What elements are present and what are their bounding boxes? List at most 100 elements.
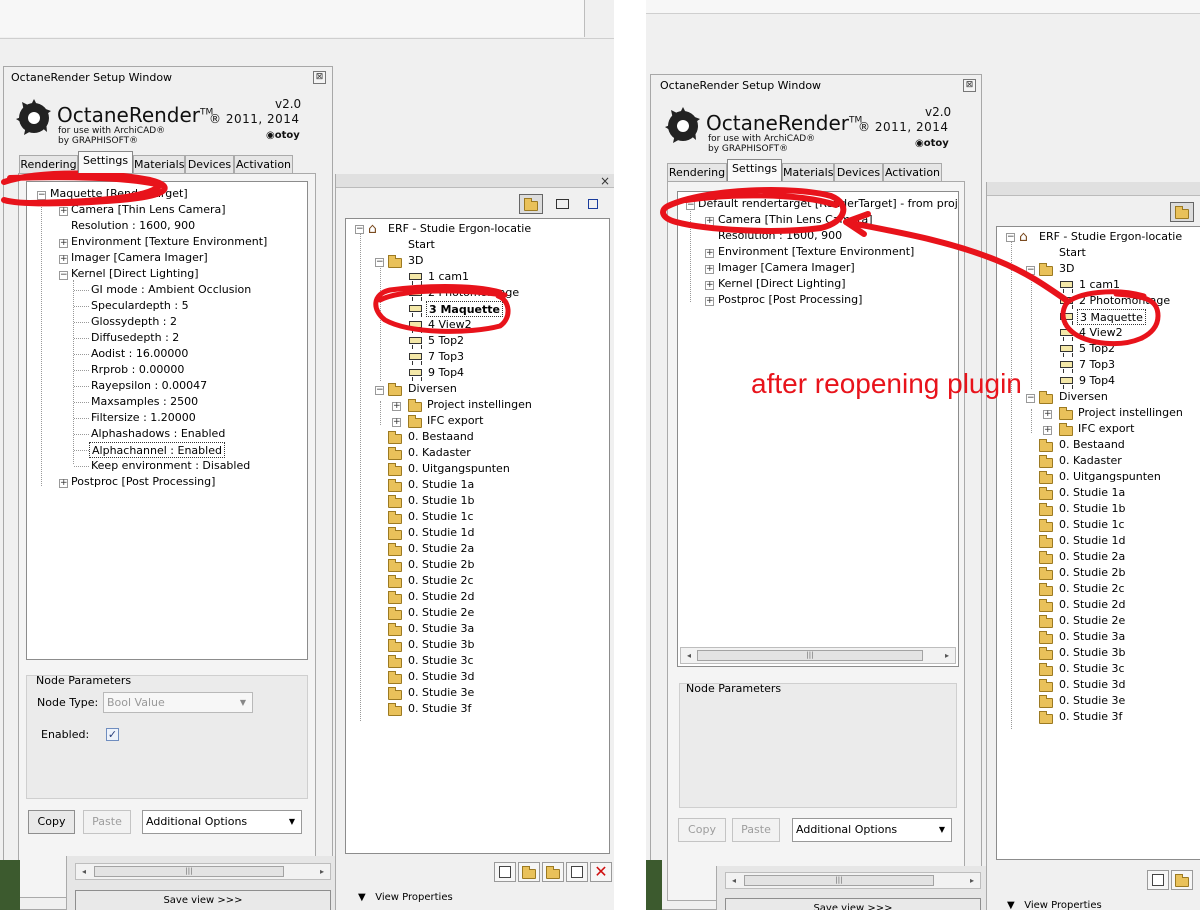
collapse-icon[interactable]: − bbox=[375, 258, 384, 267]
tab-activation[interactable]: Activation bbox=[234, 155, 293, 174]
settings-tree[interactable]: − Default rendertarget [RenderTarget] - … bbox=[677, 191, 959, 667]
save-view-button[interactable]: Save view >>> bbox=[725, 898, 981, 910]
scroll-left-icon[interactable]: ◂ bbox=[76, 864, 92, 879]
new-folder-button[interactable] bbox=[518, 862, 540, 882]
tab-settings[interactable]: Settings bbox=[727, 159, 782, 181]
navigator-tree[interactable]: − ⌂ ERF - Studie Ergon-locatie Start − 3… bbox=[996, 226, 1200, 860]
view-item[interactable]: 7 Top3 bbox=[1079, 357, 1115, 373]
tree-root-item[interactable]: Maquette [RenderTarget] bbox=[50, 186, 188, 202]
kernel-param[interactable]: Keep environment : Disabled bbox=[91, 458, 250, 474]
navigator-folder[interactable]: 0. Studie 1d bbox=[408, 525, 475, 541]
navigator-folder[interactable]: 0. Studie 2d bbox=[408, 589, 475, 605]
view-item-selected[interactable]: 3 Maquette bbox=[426, 301, 503, 317]
navigator-start[interactable]: Start bbox=[408, 237, 435, 253]
kernel-param[interactable]: Maxsamples : 2500 bbox=[91, 394, 198, 410]
navigator-folder[interactable]: 0. Studie 2a bbox=[1059, 549, 1125, 565]
navigator-folder[interactable]: 0. Studie 1b bbox=[408, 493, 475, 509]
navigator-folder[interactable]: 0. Studie 1d bbox=[1059, 533, 1126, 549]
view-item[interactable]: 1 cam1 bbox=[1079, 277, 1120, 293]
tree-item-kernel[interactable]: Kernel [Direct Lighting] bbox=[718, 276, 846, 292]
kernel-param[interactable]: Glossydepth : 2 bbox=[91, 314, 177, 330]
navigator-start[interactable]: Start bbox=[1059, 245, 1086, 261]
navigator-folder[interactable]: 0. Studie 2b bbox=[1059, 565, 1126, 581]
view-item[interactable]: 2 Photomontage bbox=[1079, 293, 1170, 309]
expand-icon[interactable]: + bbox=[59, 239, 68, 248]
navigator-folder-diversen[interactable]: Diversen bbox=[1059, 389, 1108, 405]
navigator-folder[interactable]: 0. Studie 1a bbox=[1059, 485, 1125, 501]
scroll-thumb[interactable]: ||| bbox=[697, 650, 923, 661]
navigator-tree[interactable]: − ⌂ ERF - Studie Ergon-locatie Start − 3… bbox=[345, 218, 610, 854]
tree-item-postproc[interactable]: Postproc [Post Processing] bbox=[71, 474, 215, 490]
navigator-folder[interactable]: 0. Uitgangspunten bbox=[408, 461, 510, 477]
view-item[interactable]: 2 Photomontage bbox=[428, 285, 519, 301]
navigator-subfolder[interactable]: Project instellingen bbox=[427, 397, 532, 413]
tab-settings[interactable]: Settings bbox=[78, 151, 133, 173]
expand-icon[interactable]: + bbox=[59, 255, 68, 264]
view-item[interactable]: 9 Top4 bbox=[428, 365, 464, 381]
expand-icon[interactable]: + bbox=[1043, 426, 1052, 435]
enabled-checkbox[interactable]: ✓ bbox=[106, 728, 119, 741]
navigator-folder[interactable]: 0. Studie 2e bbox=[408, 605, 474, 621]
tree-item-camera[interactable]: Camera [Thin Lens Camera] bbox=[718, 212, 873, 228]
view-properties-toggle[interactable]: ▼ View Properties bbox=[1007, 900, 1102, 910]
horizontal-scrollbar[interactable]: ◂ ||| ▸ bbox=[680, 647, 956, 664]
expand-icon[interactable]: + bbox=[392, 418, 401, 427]
navigator-folder[interactable]: 0. Studie 3b bbox=[408, 637, 475, 653]
scroll-right-icon[interactable]: ▸ bbox=[314, 864, 330, 879]
tree-item-camera[interactable]: Camera [Thin Lens Camera] bbox=[71, 202, 226, 218]
navigator-folder[interactable]: 0. Kadaster bbox=[408, 445, 471, 461]
kernel-param-selected[interactable]: Alphachannel : Enabled bbox=[89, 442, 225, 458]
new-folder-button[interactable] bbox=[1171, 870, 1193, 890]
additional-options-select[interactable]: Additional Options ▼ bbox=[792, 818, 952, 842]
navigator-folder[interactable]: 0. Studie 2d bbox=[1059, 597, 1126, 613]
view-item[interactable]: 5 Top2 bbox=[1079, 341, 1115, 357]
delete-button[interactable]: ✕ bbox=[590, 862, 612, 882]
view-item[interactable]: 4 View2 bbox=[1079, 325, 1123, 341]
horizontal-scrollbar[interactable]: ◂ ||| ▸ bbox=[725, 872, 981, 889]
folder-view-button[interactable] bbox=[519, 194, 543, 214]
navigator-project[interactable]: ERF - Studie Ergon-locatie bbox=[1039, 229, 1182, 245]
navigator-folder[interactable]: 0. Bestaand bbox=[408, 429, 474, 445]
navigator-folder[interactable]: 0. Studie 3f bbox=[1059, 709, 1122, 725]
navigator-folder[interactable]: 0. Studie 2b bbox=[408, 557, 475, 573]
navigator-folder[interactable]: 0. Studie 3a bbox=[408, 621, 474, 637]
view-properties-toggle[interactable]: ▼ View Properties bbox=[358, 892, 453, 903]
kernel-param[interactable]: Speculardepth : 5 bbox=[91, 298, 189, 314]
navigator-folder[interactable]: 0. Uitgangspunten bbox=[1059, 469, 1161, 485]
clone-button[interactable] bbox=[566, 862, 588, 882]
view-item-selected[interactable]: 3 Maquette bbox=[1077, 309, 1146, 325]
view-item[interactable]: 7 Top3 bbox=[428, 349, 464, 365]
additional-options-select[interactable]: Additional Options ▼ bbox=[142, 810, 302, 834]
expand-icon[interactable]: + bbox=[59, 207, 68, 216]
tab-activation[interactable]: Activation bbox=[883, 163, 942, 182]
expand-icon[interactable]: + bbox=[59, 479, 68, 488]
view-settings-button[interactable] bbox=[1147, 870, 1169, 890]
tree-item-resolution[interactable]: Resolution : 1600, 900 bbox=[71, 218, 195, 234]
tree-item-imager[interactable]: Imager [Camera Imager] bbox=[71, 250, 208, 266]
tree-item-kernel[interactable]: Kernel [Direct Lighting] bbox=[71, 266, 199, 282]
tree-item-imager[interactable]: Imager [Camera Imager] bbox=[718, 260, 855, 276]
tab-materials[interactable]: Materials bbox=[133, 155, 185, 174]
navigator-folder[interactable]: 0. Studie 3c bbox=[408, 653, 474, 669]
tree-item-postproc[interactable]: Postproc [Post Processing] bbox=[718, 292, 862, 308]
expand-icon[interactable]: + bbox=[705, 249, 714, 258]
scroll-right-icon[interactable]: ▸ bbox=[939, 648, 955, 663]
collapse-icon[interactable]: − bbox=[1006, 233, 1015, 242]
tree-item-environment[interactable]: Environment [Texture Environment] bbox=[718, 244, 914, 260]
tree-item-resolution[interactable]: Resolution : 1600, 900 bbox=[718, 228, 842, 244]
collapse-icon[interactable]: − bbox=[375, 386, 384, 395]
navigator-folder[interactable]: 0. Studie 3b bbox=[1059, 645, 1126, 661]
close-icon[interactable]: × bbox=[600, 174, 610, 188]
kernel-param[interactable]: GI mode : Ambient Occlusion bbox=[91, 282, 251, 298]
navigator-folder[interactable]: 0. Studie 3e bbox=[1059, 693, 1125, 709]
expand-icon[interactable]: + bbox=[705, 297, 714, 306]
view-item[interactable]: 4 View2 bbox=[428, 317, 472, 333]
tab-rendering[interactable]: Rendering bbox=[19, 155, 78, 174]
view-item[interactable]: 5 Top2 bbox=[428, 333, 464, 349]
collapse-icon[interactable]: − bbox=[1026, 394, 1035, 403]
navigator-folder[interactable]: 0. Studie 2c bbox=[1059, 581, 1125, 597]
navigator-folder[interactable]: 0. Studie 2e bbox=[1059, 613, 1125, 629]
view-item[interactable]: 1 cam1 bbox=[428, 269, 469, 285]
tree-item-environment[interactable]: Environment [Texture Environment] bbox=[71, 234, 267, 250]
kernel-param[interactable]: Rrprob : 0.00000 bbox=[91, 362, 184, 378]
